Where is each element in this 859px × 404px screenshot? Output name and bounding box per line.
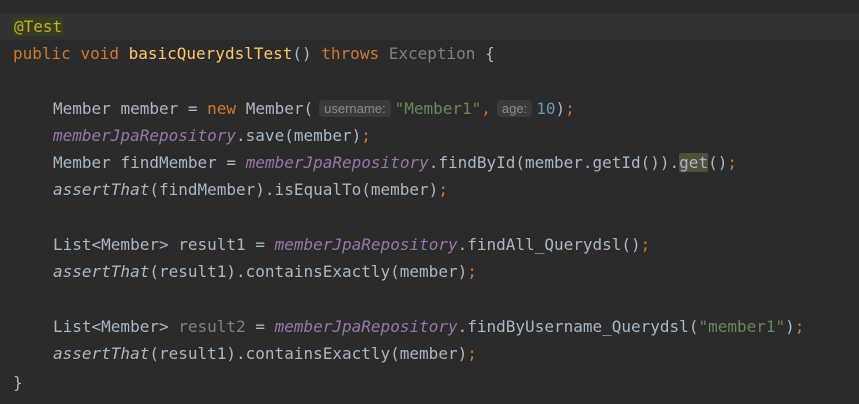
list-type: List<Member> [53,235,169,254]
member-type: Member [53,153,111,172]
repository-field: memberJpaRepository [274,317,458,336]
paren-close: ) [555,99,566,118]
repository-field: memberJpaRepository [245,153,429,172]
assert-that-call: assertThat [53,344,150,363]
find-by-username-querydsl-call: .findByUsername_Querydsl( [457,317,699,336]
code-line-4[interactable]: memberJpaRepository.save(member); [0,122,859,149]
code-line-5[interactable]: Member findMember = memberJpaRepository.… [0,149,859,176]
find-by-id-call: .findById(member.getId()). [428,153,680,172]
code-line-12[interactable]: assertThat(result1).containsExactly(memb… [0,340,859,367]
paren-close: ) [785,317,795,336]
code-editor[interactable]: @Test public void basicQuerydslTest() th… [0,0,859,404]
member-var: member [120,99,179,118]
repository-field: memberJpaRepository [53,126,237,145]
get-parens: () [708,153,728,172]
assign-op: = [187,99,198,118]
assign-op: = [255,317,265,336]
find-all-querydsl-call: .findAll_Querydsl() [457,235,641,254]
result2-var-unused: result2 [178,317,246,336]
code-line-9[interactable]: assertThat(result1).containsExactly(memb… [0,258,859,285]
repository-field: memberJpaRepository [274,235,458,254]
keyword-void: void [80,44,119,63]
param-hint-username: username: [319,100,391,117]
semicolon: ; [727,153,737,172]
semicolon: ; [565,99,575,118]
method-name: basicQuerydslTest [128,44,293,63]
brace-open: { [485,44,495,63]
is-equal-to-call: (findMember).isEqualTo(member) [149,180,439,199]
brace-close: } [13,373,23,392]
result1-var: result1 [178,235,246,254]
semicolon: ; [794,317,805,336]
member-ctor: Member( [245,99,314,118]
save-call: .save(member) [236,126,362,145]
semicolon: ; [361,126,371,145]
contains-exactly-call: (result1).containsExactly(member) [149,262,468,281]
exception-type: Exception [388,44,476,63]
semicolon: ; [467,262,477,281]
param-hint-age: age: [496,100,533,117]
string-member1-lower: "member1" [698,317,786,336]
code-line-2[interactable]: public void basicQuerydslTest() throws E… [0,40,859,67]
find-member-var: findMember [120,153,217,172]
code-line-6[interactable]: assertThat(findMember).isEqualTo(member)… [0,176,859,203]
assign-op: = [255,235,265,254]
string-member1: "Member1" [394,99,482,118]
semicolon: ; [438,180,448,199]
get-method-highlight: get [679,153,709,172]
keyword-public: public [13,44,71,63]
code-line-13[interactable]: } [0,369,859,396]
code-line-1[interactable]: @Test [0,13,859,40]
list-type: List<Member> [53,317,169,336]
comma: , [481,99,491,118]
code-line-3[interactable]: Member member = new Member( username: "Mem… [0,95,859,122]
assert-that-call: assertThat [53,180,150,199]
number-age: 10 [536,99,556,118]
keyword-throws: throws [321,44,380,63]
semicolon: ; [640,235,651,254]
keyword-new: new [207,99,237,118]
assign-op: = [226,153,237,172]
assert-that-call: assertThat [53,262,150,281]
code-line-11[interactable]: List<Member> result2 = memberJpaReposito… [0,313,859,340]
test-annotation: @Test [13,17,64,36]
code-line-8[interactable]: List<Member> result1 = memberJpaReposito… [0,231,859,258]
contains-exactly-call: (result1).containsExactly(member) [149,344,468,363]
method-parens: () [292,44,312,63]
member-type: Member [53,99,111,118]
semicolon: ; [467,344,477,363]
